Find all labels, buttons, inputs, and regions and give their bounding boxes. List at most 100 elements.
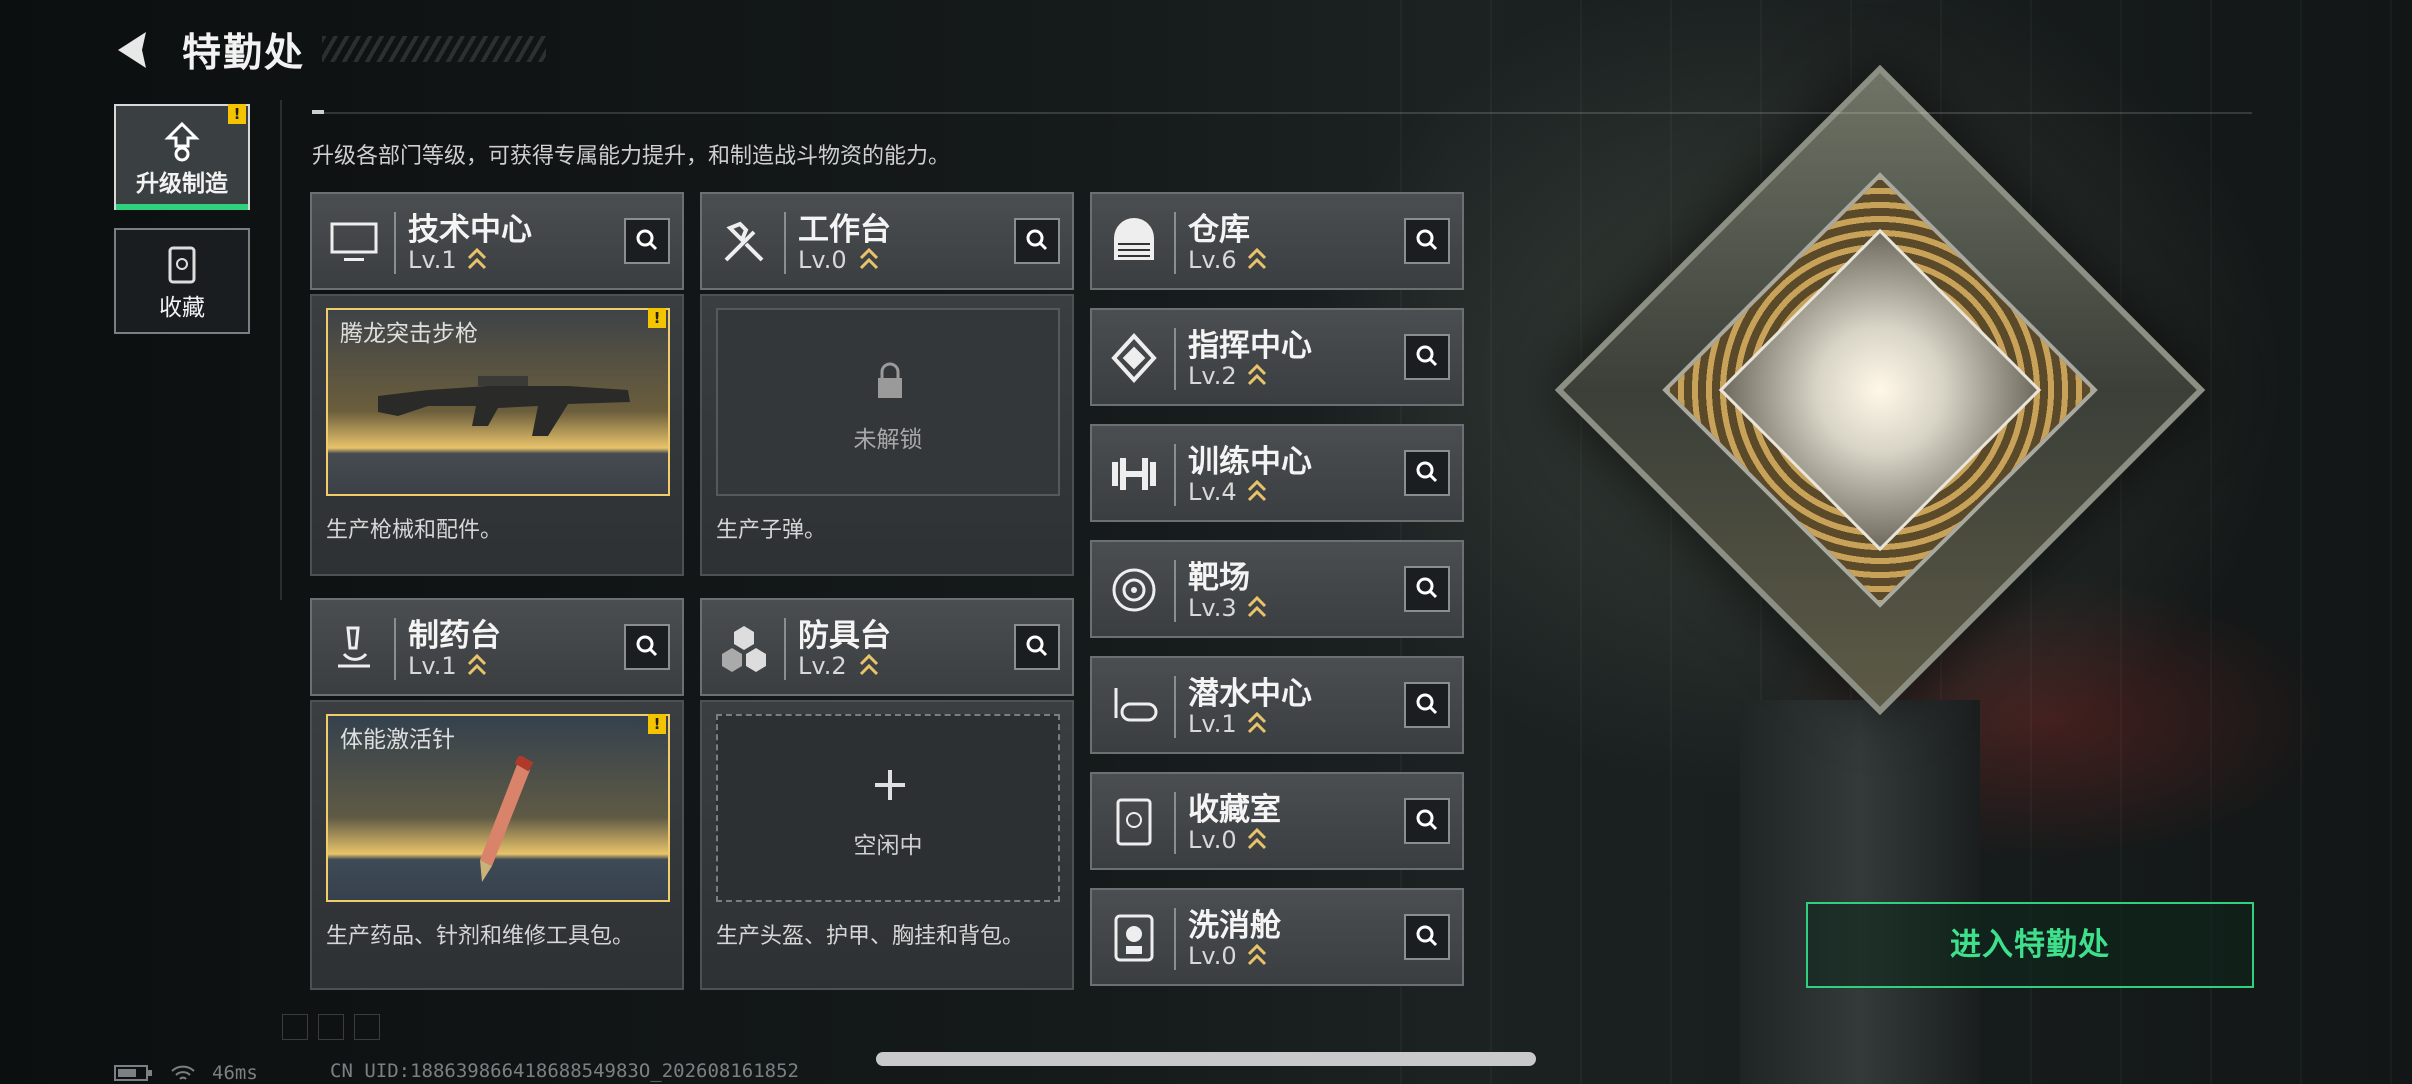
- header-separator: [1174, 212, 1176, 274]
- level-chevron-icon: [1247, 479, 1267, 502]
- level-chevron-icon: [1247, 247, 1267, 270]
- header-separator: [1174, 792, 1176, 854]
- slot-status: 空闲中: [853, 833, 923, 859]
- facility-level: Lv.1: [1188, 710, 1237, 738]
- station-body-tech-center: 腾龙突击步枪 ! 生产枪械和配件。: [310, 294, 684, 576]
- station-description: 生产头盔、护甲、胸挂和背包。: [716, 924, 1025, 949]
- tab-label: 收藏: [159, 295, 205, 321]
- cube-pillar: [1740, 700, 1980, 1084]
- facility-card[interactable]: 潜水中心 Lv.1: [1090, 656, 1464, 754]
- search-button[interactable]: [1014, 624, 1060, 670]
- station-description: 生产子弹。: [716, 518, 827, 543]
- page-subtitle: 升级各部门等级，可获得专属能力提升，和制造战斗物资的能力。: [312, 144, 951, 169]
- level-chevron-icon: [859, 653, 879, 676]
- search-button[interactable]: [1404, 450, 1450, 496]
- enter-special-ops-button[interactable]: 进入特勤处: [1806, 902, 2254, 988]
- production-slot[interactable]: 空闲中: [716, 714, 1060, 902]
- station-name: 防具台: [798, 618, 891, 654]
- monitor-icon: [330, 222, 378, 261]
- tab-label: 升级制造: [136, 171, 228, 197]
- facility-card[interactable]: 指挥中心 Lv.2: [1090, 308, 1464, 406]
- facility-card[interactable]: 洗消舱 Lv.0: [1090, 888, 1464, 986]
- status-bar: 46ms: [114, 1062, 258, 1084]
- home-indicator[interactable]: [876, 1052, 1536, 1066]
- production-slot[interactable]: 腾龙突击步枪 !: [326, 308, 670, 496]
- search-icon: [1026, 229, 1048, 251]
- station-body-workbench: 未解锁 生产子弹。: [700, 294, 1074, 576]
- battery-icon: [114, 1065, 152, 1081]
- search-button[interactable]: [1404, 914, 1450, 960]
- search-button[interactable]: [1404, 218, 1450, 264]
- facility-level: Lv.3: [1188, 594, 1237, 622]
- search-button[interactable]: [1404, 334, 1450, 380]
- header-separator: [1174, 908, 1176, 970]
- header-separator: [1174, 328, 1176, 390]
- rifle-icon: [378, 376, 630, 436]
- level-chevron-icon: [467, 653, 487, 676]
- facility-card[interactable]: 训练中心 Lv.4: [1090, 424, 1464, 522]
- page-title: 特勤处: [182, 31, 306, 76]
- station-level: Lv.1: [408, 246, 457, 274]
- production-slot[interactable]: 体能激活针 !: [326, 714, 670, 902]
- station-level: Lv.1: [408, 652, 457, 680]
- facility-card[interactable]: 仓库 Lv.6: [1090, 192, 1464, 290]
- armor-hexagon-icon: [722, 626, 766, 672]
- back-arrow-icon[interactable]: [112, 28, 156, 72]
- divider-mark: [312, 110, 324, 114]
- level-chevron-icon: [1247, 943, 1267, 966]
- tab-collection[interactable]: 收藏: [114, 228, 250, 334]
- dumbbell-icon: [1112, 458, 1156, 490]
- station-name: 工作台: [798, 212, 891, 248]
- search-button[interactable]: [1404, 682, 1450, 728]
- uid-text: CN UID:18863986641868854983O_20260816185…: [330, 1060, 799, 1082]
- search-button[interactable]: [1404, 566, 1450, 612]
- facility-level: Lv.6: [1188, 246, 1237, 274]
- tab-upgrade-craft[interactable]: 升级制造 !: [114, 104, 250, 210]
- nav-divider: [280, 100, 282, 600]
- search-icon: [1026, 635, 1048, 657]
- search-icon: [1416, 577, 1438, 599]
- station-level: Lv.0: [798, 246, 847, 274]
- facility-card[interactable]: 靶场 Lv.3: [1090, 540, 1464, 638]
- level-chevron-icon: [1247, 595, 1267, 618]
- collection-room-icon: [1116, 798, 1152, 846]
- syringe-icon: [480, 756, 534, 882]
- station-body-pharmacy: 体能激活针 ! 生产药品、针剂和维修工具包。: [310, 700, 684, 990]
- ping-text: 46ms: [212, 1062, 258, 1084]
- warehouse-icon: [1114, 218, 1154, 260]
- level-chevron-icon: [1247, 827, 1267, 850]
- search-button[interactable]: [1404, 798, 1450, 844]
- facility-cube-illustration: [1554, 64, 2206, 716]
- item-name: 体能激活针: [340, 727, 455, 753]
- header-separator: [1174, 676, 1176, 738]
- station-body-armor-bench: 空闲中 生产头盔、护甲、胸挂和背包。: [700, 700, 1074, 990]
- level-chevron-icon: [859, 247, 879, 270]
- facility-level: Lv.2: [1188, 362, 1237, 390]
- facility-card[interactable]: 收藏室 Lv.0: [1090, 772, 1464, 870]
- station-level: Lv.2: [798, 652, 847, 680]
- station-header-pharmacy[interactable]: 制药台 Lv.1: [310, 598, 684, 696]
- decoration-squares: [282, 1014, 380, 1040]
- station-header-workbench[interactable]: 工作台 Lv.0: [700, 192, 1074, 290]
- search-icon: [636, 229, 658, 251]
- station-header-tech-center[interactable]: 技术中心 Lv.1: [310, 192, 684, 290]
- facility-name: 收藏室: [1188, 792, 1281, 828]
- search-icon: [1416, 925, 1438, 947]
- warning-badge: !: [648, 308, 666, 328]
- facility-name: 训练中心: [1188, 444, 1312, 480]
- facility-name: 洗消舱: [1188, 908, 1281, 944]
- facility-name: 仓库: [1188, 212, 1250, 248]
- target-icon: [1112, 568, 1156, 612]
- wifi-icon: [171, 1065, 195, 1080]
- item-name: 腾龙突击步枪: [340, 321, 478, 347]
- facility-level: Lv.0: [1188, 942, 1237, 970]
- search-button[interactable]: [624, 624, 670, 670]
- search-button[interactable]: [624, 218, 670, 264]
- collection-icon: [168, 246, 196, 284]
- search-icon: [1416, 461, 1438, 483]
- header-separator: [394, 618, 396, 680]
- station-header-armor-bench[interactable]: 防具台 Lv.2: [700, 598, 1074, 696]
- search-icon: [1416, 809, 1438, 831]
- search-button[interactable]: [1014, 218, 1060, 264]
- facility-name: 靶场: [1188, 560, 1250, 596]
